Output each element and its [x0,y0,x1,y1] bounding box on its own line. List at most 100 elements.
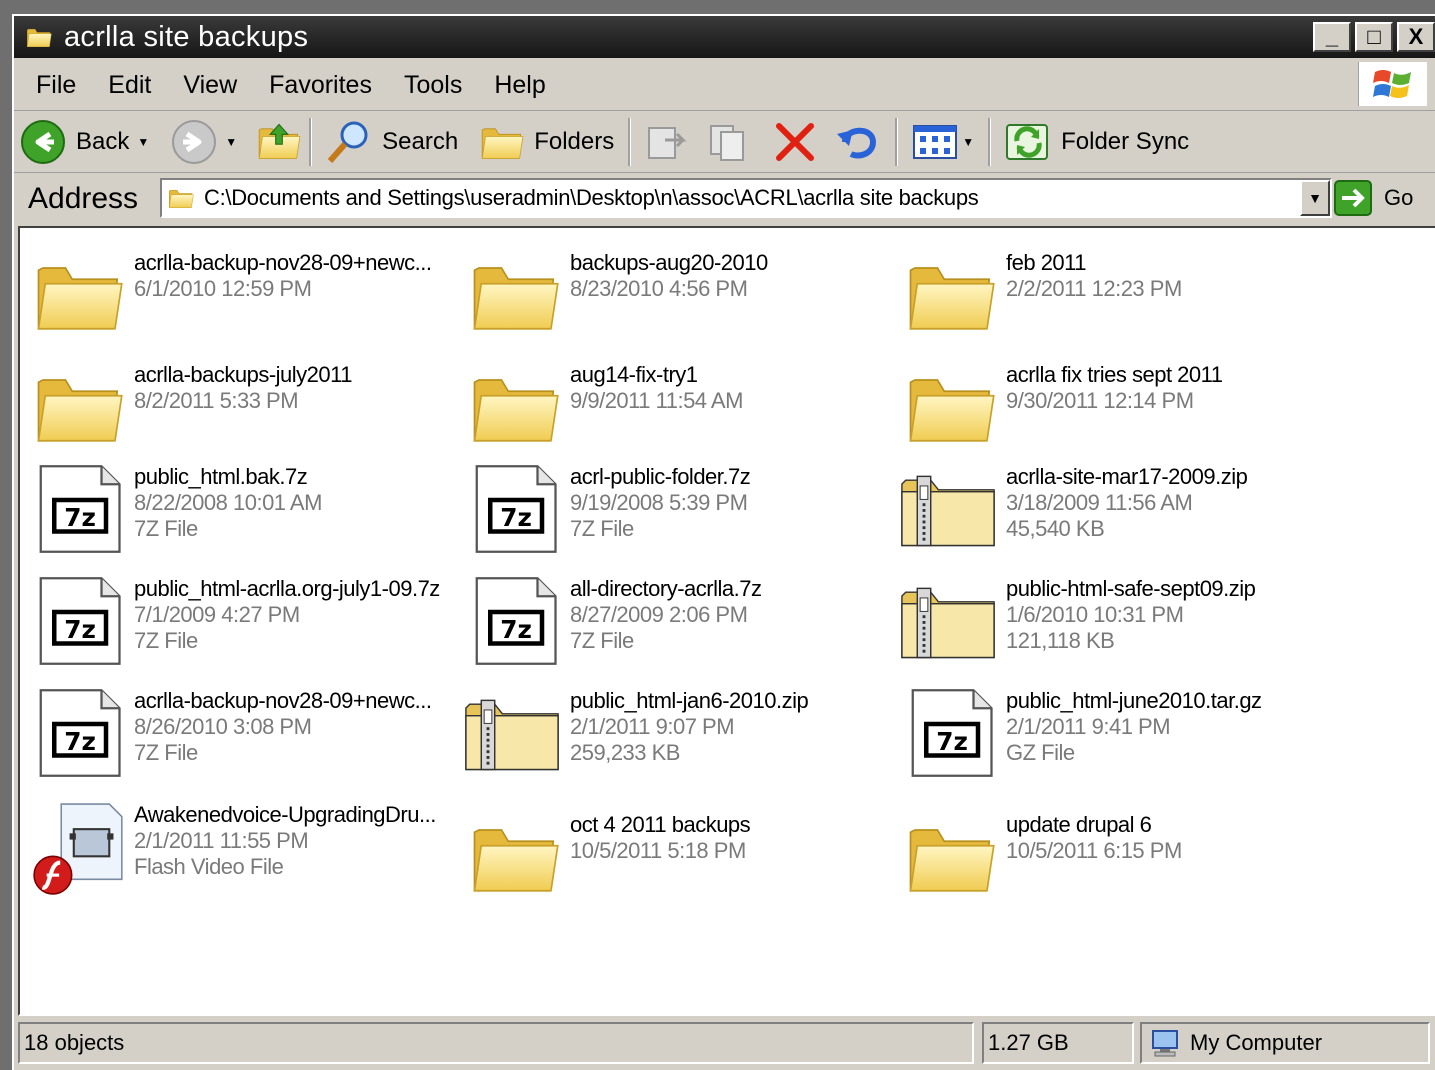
folders-button[interactable]: Folders [480,116,614,168]
address-dropdown-icon[interactable]: ▼ [1300,180,1330,216]
list-item[interactable]: acrlla-backups-july2011 8/2/2011 5:33 PM [34,362,353,452]
item-name: oct 4 2011 backups [570,812,751,837]
item-name: backups-aug20-2010 [570,250,768,275]
go-arrow-icon [1334,180,1372,216]
status-bar: 18 objects 1.27 GB My Computer [14,1018,1435,1070]
item-details: acrlla-site-mar17-2009.zip 3/18/2009 11:… [1006,464,1248,542]
item-name: feb 2011 [1006,250,1087,275]
item-details: Awakenedvoice-UpgradingDru... 2/1/2011 1… [134,802,436,880]
item-date: 2/2/2011 12:23 PM [1006,276,1182,301]
item-type: 7Z File [134,740,198,765]
undo-button[interactable] [835,116,881,168]
item-date: 8/22/2008 10:01 AM [134,490,322,515]
list-item[interactable]: acrlla fix tries sept 2011 9/30/2011 12:… [906,362,1223,452]
item-details: acrl-public-folder.7z 9/19/2008 5:39 PM … [570,464,751,542]
delete-x-icon [776,123,815,161]
list-item[interactable]: oct 4 2011 backups 10/5/2011 5:18 PM [470,812,751,902]
close-button[interactable]: X [1397,22,1435,52]
go-button[interactable]: Go [1334,180,1413,216]
list-item[interactable]: feb 2011 2/2/2011 12:23 PM [906,250,1182,340]
list-item[interactable]: acrlla-backup-nov28-09+newc... 6/1/2010 … [34,250,432,340]
list-item[interactable]: all-directory-acrlla.7z 8/27/2009 2:06 P… [470,576,762,666]
item-details: oct 4 2011 backups 10/5/2011 5:18 PM [570,812,751,864]
status-object-count: 18 objects [18,1022,974,1064]
list-item[interactable]: aug14-fix-try1 9/9/2011 11:54 AM [470,362,743,452]
forward-button[interactable]: ▼ [171,116,237,168]
item-name: acrlla-backups-july2011 [134,362,353,387]
menu-edit[interactable]: Edit [108,71,151,100]
item-details: acrlla-backup-nov28-09+newc... 8/26/2010… [134,688,432,766]
folder-sync-icon [1006,124,1049,160]
list-item[interactable]: acrl-public-folder.7z 9/19/2008 5:39 PM … [470,464,751,554]
maximize-button[interactable]: □ [1355,22,1393,52]
folder-icon [470,250,560,340]
menu-help[interactable]: Help [494,71,545,100]
minimize-button[interactable]: _ [1313,22,1351,52]
item-details: aug14-fix-try1 9/9/2011 11:54 AM [570,362,743,414]
list-item[interactable]: public_html.bak.7z 8/22/2008 10:01 AM 7Z… [34,464,322,554]
undo-icon [837,127,877,159]
back-dropdown-icon[interactable]: ▼ [137,135,149,149]
menu-tools[interactable]: Tools [404,71,462,100]
item-date: 2/1/2011 9:41 PM [1006,714,1171,739]
copy-to-button[interactable] [707,116,751,168]
views-dropdown-icon[interactable]: ▼ [962,135,974,149]
search-label: Search [382,128,459,155]
item-details: public_html-june2010.tar.gz 2/1/2011 9:4… [1006,688,1262,766]
list-item[interactable]: update drupal 6 10/5/2011 6:15 PM [906,812,1182,902]
delete-button[interactable] [773,116,817,168]
list-item[interactable]: public_html-june2010.tar.gz 2/1/2011 9:4… [906,688,1262,778]
list-item[interactable]: public-html-safe-sept09.zip 1/6/2010 10:… [900,576,1256,666]
copy-to-icon [710,125,745,161]
folder-sync-button[interactable]: Folder Sync [1005,116,1189,168]
menu-file[interactable]: File [36,71,76,100]
menu-bar: File Edit View Favorites Tools Help [14,60,1435,111]
list-item[interactable]: acrlla-site-mar17-2009.zip 3/18/2009 11:… [900,464,1248,554]
folder-icon [906,812,996,902]
7z-archive-icon [34,688,124,778]
folders-icon [480,120,524,164]
list-item[interactable]: backups-aug20-2010 8/23/2010 4:56 PM [470,250,768,340]
folder-icon [906,250,996,340]
item-name: public_html-june2010.tar.gz [1006,688,1262,713]
menu-favorites[interactable]: Favorites [269,71,372,100]
item-type: 7Z File [570,516,634,541]
status-zone: My Computer [1140,1022,1430,1064]
folder-icon [34,362,124,452]
toolbar: Back ▼ ▼ Search Folders ▼ Folder Sync [14,112,1435,173]
folder-icon [470,812,560,902]
item-date: 2/1/2011 9:07 PM [570,714,735,739]
move-to-button[interactable] [645,116,689,168]
address-input[interactable]: C:\Documents and Settings\useradmin\Desk… [160,178,1332,218]
item-date: 8/26/2010 3:08 PM [134,714,312,739]
views-icon [913,125,958,159]
item-type: 7Z File [134,628,198,653]
menu-view[interactable]: View [183,71,237,100]
status-zone-label: My Computer [1190,1030,1323,1055]
item-name: acrlla fix tries sept 2011 [1006,362,1223,387]
search-button[interactable]: Search [326,116,458,168]
item-name: public_html.bak.7z [134,464,308,489]
up-folder-button[interactable] [257,116,301,168]
item-date: 8/27/2009 2:06 PM [570,602,748,627]
up-folder-icon [257,123,301,164]
forward-dropdown-icon[interactable]: ▼ [225,135,237,149]
back-button[interactable]: Back ▼ [20,116,149,168]
item-size: 45,540 KB [1006,516,1105,541]
views-button[interactable]: ▼ [912,116,974,168]
list-item[interactable]: acrlla-backup-nov28-09+newc... 8/26/2010… [34,688,432,778]
list-item[interactable]: Awakenedvoice-UpgradingDru... 2/1/2011 1… [32,802,436,896]
title-bar[interactable]: acrlla site backups _ □ X [14,16,1435,58]
7z-archive-icon [34,464,124,554]
toolbar-separator [988,118,992,166]
item-date: 6/1/2010 12:59 PM [134,276,312,301]
item-size: 121,118 KB [1006,628,1115,653]
list-item[interactable]: public_html-acrlla.org-july1-09.7z 7/1/2… [34,576,440,666]
explorer-window: acrlla site backups _ □ X File Edit View… [12,14,1435,1070]
item-details: acrlla-backup-nov28-09+newc... 6/1/2010 … [134,250,432,302]
item-name: aug14-fix-try1 [570,362,698,387]
status-total-size: 1.27 GB [982,1022,1134,1064]
list-item[interactable]: public_html-jan6-2010.zip 2/1/2011 9:07 … [464,688,809,778]
window-controls: _ □ X [1313,22,1435,52]
item-details: public-html-safe-sept09.zip 1/6/2010 10:… [1006,576,1256,654]
